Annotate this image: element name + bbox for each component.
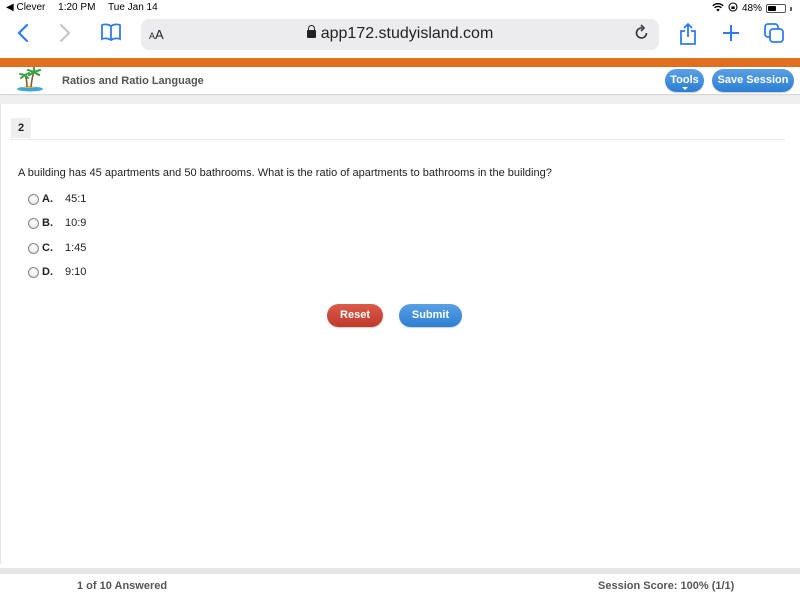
url-text[interactable]: app172.studyisland.com — [321, 25, 494, 42]
choice-letter: A. — [42, 193, 53, 205]
battery-percent: 48% — [741, 3, 762, 14]
back-icon[interactable] — [16, 22, 30, 50]
lesson-title: Ratios and Ratio Language — [62, 75, 204, 87]
island-logo-icon — [14, 66, 46, 93]
battery-icon — [766, 4, 786, 13]
question-panel: 2 A building has 45 apartments and 50 ba… — [0, 104, 800, 564]
submit-button[interactable]: Submit — [399, 304, 462, 327]
lock-icon — [306, 25, 316, 38]
choice-text: 1:45 — [65, 242, 87, 254]
wifi-icon — [712, 2, 724, 15]
reload-icon[interactable] — [635, 24, 649, 45]
share-icon[interactable] — [679, 22, 697, 52]
reset-button[interactable]: Reset — [327, 304, 383, 327]
question-number: 2 — [11, 118, 31, 138]
choice-letter: C. — [42, 242, 53, 254]
choice-a[interactable]: A. 45:1 — [28, 192, 86, 206]
radio-button[interactable] — [28, 193, 39, 205]
question-number-row: 2 — [11, 118, 785, 140]
header-shadow-strip — [0, 96, 800, 104]
radio-button[interactable] — [28, 242, 39, 254]
status-bar: ◀ Clever 1:20 PM Tue Jan 14 48% — [0, 0, 800, 16]
choice-c[interactable]: C. 1:45 — [28, 241, 86, 255]
session-score: Session Score: 100% (1/1) — [598, 580, 735, 592]
brand-stripe — [0, 58, 800, 67]
radio-button[interactable] — [28, 266, 39, 278]
choice-b[interactable]: B. 10:9 — [28, 216, 86, 230]
forward-icon[interactable] — [58, 22, 72, 50]
choice-letter: D. — [42, 266, 53, 278]
choice-text: 9:10 — [65, 266, 87, 278]
chevron-down-icon — [682, 87, 688, 90]
choice-text: 10:9 — [65, 217, 87, 229]
answered-count: 1 of 10 Answered — [77, 580, 168, 592]
clock: 1:20 PM — [58, 2, 96, 13]
choice-letter: B. — [42, 217, 53, 229]
tools-button[interactable]: Tools — [665, 69, 704, 92]
choice-d[interactable]: D. 9:10 — [28, 265, 86, 279]
radio-button[interactable] — [28, 217, 39, 229]
app-header: Ratios and Ratio Language Tools Save Ses… — [0, 66, 800, 95]
bookmarks-icon[interactable] — [100, 22, 122, 48]
address-bar[interactable]: AA app172.studyisland.com — [141, 19, 659, 50]
tabs-icon[interactable] — [764, 22, 784, 50]
footer: 1 of 10 Answered Session Score: 100% (1/… — [0, 574, 800, 600]
back-to-app-link[interactable]: ◀ Clever — [6, 2, 45, 13]
orientation-lock-icon — [728, 2, 738, 15]
save-session-button[interactable]: Save Session — [712, 69, 794, 92]
question-text: A building has 45 apartments and 50 bath… — [18, 167, 552, 179]
date: Tue Jan 14 — [108, 2, 158, 13]
browser-toolbar: AA app172.studyisland.com — [0, 16, 800, 58]
choice-text: 45:1 — [65, 193, 87, 205]
new-tab-icon[interactable] — [722, 22, 740, 50]
